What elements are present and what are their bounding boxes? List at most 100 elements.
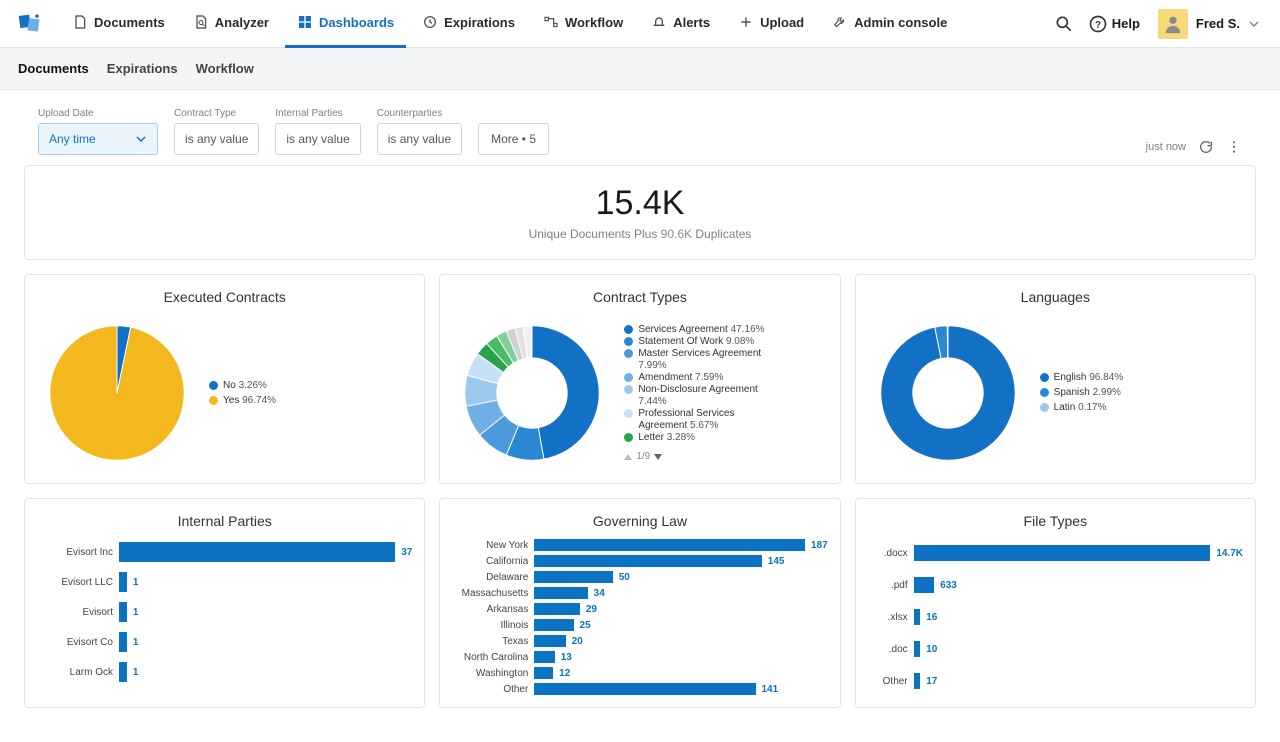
bar-value: 187 — [811, 540, 828, 551]
nav-documents[interactable]: Documents — [60, 0, 177, 48]
bar-row[interactable]: Arkansas29 — [452, 601, 827, 617]
legend-item[interactable]: Professional Services Agreement 5.67% — [624, 408, 784, 432]
refresh-icon[interactable] — [1198, 139, 1214, 155]
nav-alerts[interactable]: Alerts — [639, 0, 722, 48]
wrench-icon — [832, 14, 848, 30]
contract-types-card: Contract Types Services Agreement 47.16%… — [439, 274, 840, 484]
bar-value: 29 — [586, 604, 597, 615]
nav-workflow[interactable]: Workflow — [531, 0, 635, 48]
legend-pager[interactable]: 1/9 — [624, 451, 784, 463]
kebab-menu-icon[interactable] — [1226, 139, 1242, 155]
avatar-icon — [1158, 9, 1188, 39]
bar-label: North Carolina — [452, 652, 528, 663]
executed-contracts-card: Executed Contracts No 3.26%Yes 96.74% — [24, 274, 425, 484]
legend-item[interactable]: Spanish 2.99% — [1040, 387, 1124, 399]
refresh-status: just now — [1146, 141, 1186, 153]
bar-value: 10 — [926, 644, 937, 655]
bar-row[interactable]: Delaware50 — [452, 569, 827, 585]
bar-row[interactable]: Texas20 — [452, 633, 827, 649]
bar-row[interactable]: .pdf633 — [868, 569, 1243, 601]
bar-row[interactable]: Evisort Inc37 — [37, 537, 412, 567]
bar-row[interactable]: Evisort LLC1 — [37, 567, 412, 597]
clock-icon — [422, 14, 438, 30]
filter-counterparties: Counterpartiesis any value — [377, 108, 462, 155]
internal-parties-card: Internal Parties Evisort Inc37Evisort LL… — [24, 498, 425, 708]
bar-row[interactable]: .xlsx16 — [868, 601, 1243, 633]
bar-row[interactable]: Larm Ock1 — [37, 657, 412, 687]
nav-label: Admin console — [854, 15, 947, 30]
bar-row[interactable]: North Carolina 13 — [452, 649, 827, 665]
bar-row[interactable]: Evisort1 — [37, 597, 412, 627]
languages-donut[interactable] — [868, 313, 1028, 473]
languages-legend: English 96.84% Spanish 2.99% Latin 0.17% — [1040, 372, 1124, 414]
bar-value: 13 — [561, 652, 572, 663]
filter-select[interactable]: is any value — [377, 123, 462, 155]
chart-title: File Types — [868, 513, 1243, 529]
bell-icon — [651, 14, 667, 30]
subnav-expirations[interactable]: Expirations — [107, 61, 178, 76]
filter-more-button[interactable]: More • 5 — [478, 123, 549, 155]
legend-item[interactable]: Amendment 7.59% — [624, 372, 784, 384]
bar-row[interactable]: New York187 — [452, 537, 827, 553]
legend-item[interactable]: Services Agreement 47.16% — [624, 324, 784, 336]
svg-text:?: ? — [1095, 20, 1101, 31]
user-name: Fred S. — [1196, 16, 1240, 31]
subnav-workflow[interactable]: Workflow — [196, 61, 254, 76]
executed-pie-chart[interactable] — [37, 313, 197, 473]
help-icon: ? — [1088, 14, 1108, 34]
bar-row[interactable]: California145 — [452, 553, 827, 569]
filter-select[interactable]: is any value — [275, 123, 360, 155]
bar-row[interactable]: .doc10 — [868, 633, 1243, 665]
bar-row[interactable]: Illinois25 — [452, 617, 827, 633]
bar-row[interactable]: .docx14.7K — [868, 537, 1243, 569]
filter-select[interactable]: is any value — [174, 123, 259, 155]
subnav-documents[interactable]: Documents — [18, 61, 89, 76]
top-nav: DocumentsAnalyzer Dashboards Expirations Wo… — [0, 0, 1280, 48]
internal-parties-bars[interactable]: Evisort Inc37Evisort LLC1Evisort1Evisort… — [37, 537, 412, 687]
bar-row[interactable]: Other17 — [868, 665, 1243, 697]
governing-law-card: Governing Law New York187California145De… — [439, 498, 840, 708]
legend-item[interactable]: No 3.26% — [209, 380, 276, 392]
legend-item[interactable]: English 96.84% — [1040, 372, 1124, 384]
legend-item[interactable]: Non-Disclosure Agreement 7.44% — [624, 384, 784, 408]
bar-value: 25 — [580, 620, 591, 631]
legend-item[interactable]: Master Services Agreement 7.99% — [624, 348, 784, 372]
bar-label: Washington — [452, 668, 528, 679]
contract-types-donut[interactable] — [452, 313, 612, 473]
filter-select[interactable]: Any time — [38, 123, 158, 155]
nav-analyzer[interactable]: Analyzer — [181, 0, 281, 48]
bar-value: 633 — [940, 580, 957, 591]
help-link[interactable]: ? Help — [1088, 14, 1140, 34]
bar-row[interactable]: Washington12 — [452, 665, 827, 681]
legend-item[interactable]: Latin 0.17% — [1040, 402, 1124, 414]
bar-row[interactable]: Evisort Co1 — [37, 627, 412, 657]
search-icon[interactable] — [1054, 14, 1074, 34]
file-types-card: File Types .docx14.7K.pdf633.xlsx16.doc1… — [855, 498, 1256, 708]
bar-label: Evisort Inc — [37, 547, 113, 558]
legend-item[interactable]: Statement Of Work 9.08% — [624, 336, 784, 348]
nav-upload[interactable]: Upload — [726, 0, 816, 48]
chart-title: Contract Types — [452, 289, 827, 305]
bar-row[interactable]: Other141 — [452, 681, 827, 697]
legend-item[interactable]: Letter 3.28% — [624, 432, 784, 444]
legend-item[interactable]: Yes 96.74% — [209, 395, 276, 407]
nav-label: Expirations — [444, 15, 515, 30]
bar-row[interactable]: Massachusetts34 — [452, 585, 827, 601]
app-logo — [16, 10, 44, 38]
doc-icon — [72, 14, 88, 30]
bar-label: California — [452, 556, 528, 567]
nav-expirations[interactable]: Expirations — [410, 0, 527, 48]
headline-value: 15.4K — [25, 184, 1255, 223]
bar-value: 20 — [572, 636, 583, 647]
nav-admin-console[interactable]: Admin console — [820, 0, 959, 48]
bar-label: Massachusetts — [452, 588, 528, 599]
chevron-down-icon — [135, 133, 147, 145]
user-menu[interactable]: Fred S. — [1154, 7, 1264, 41]
file-types-bars[interactable]: .docx14.7K.pdf633.xlsx16.doc10Other17 — [868, 537, 1243, 697]
nav-dashboards[interactable]: Dashboards — [285, 0, 406, 48]
nav-label: Dashboards — [319, 15, 394, 30]
bar-value: 16 — [926, 612, 937, 623]
governing-law-bars[interactable]: New York187California145Delaware50Massac… — [452, 537, 827, 697]
dash-icon — [297, 14, 313, 30]
bar-label: .docx — [868, 548, 908, 559]
